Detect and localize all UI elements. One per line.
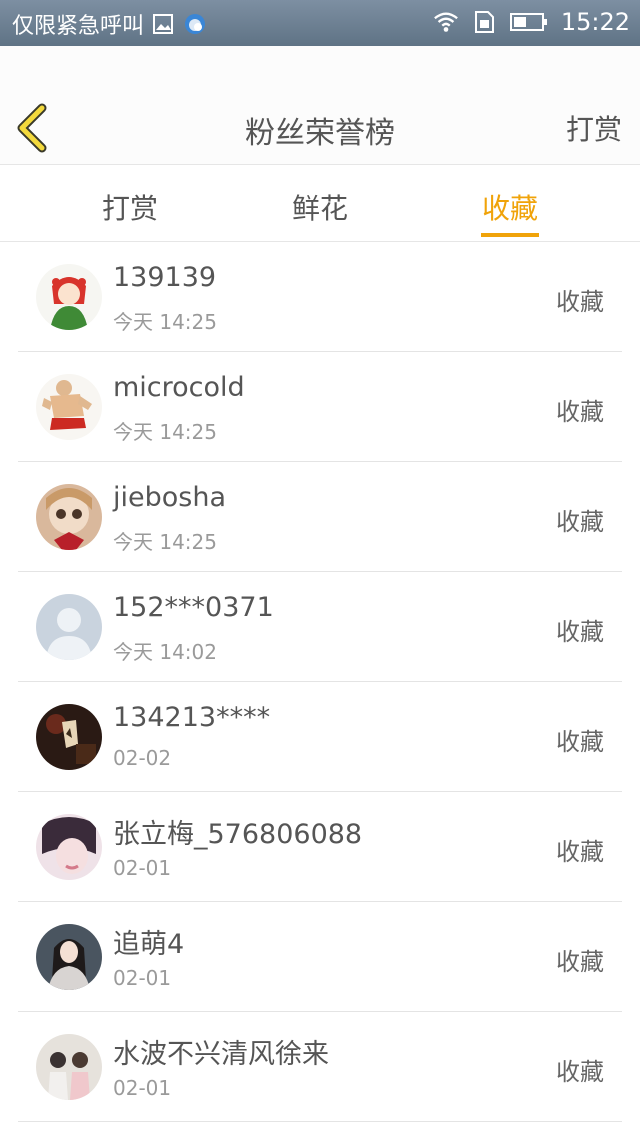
- action-label: 收藏: [556, 508, 604, 536]
- sim-icon: [471, 9, 497, 35]
- tab-reward[interactable]: 打赏: [70, 187, 190, 227]
- girl-portrait-avatar-icon: [36, 924, 102, 990]
- list-item[interactable]: 水波不兴清风徐来 02-01 收藏: [0, 1012, 640, 1122]
- dark-photo-avatar-icon: [36, 704, 102, 770]
- status-left: 仅限紧急呼叫: [12, 8, 208, 40]
- avatar: [36, 704, 102, 770]
- action-label: 收藏: [556, 288, 604, 316]
- active-tab-indicator: [481, 233, 539, 237]
- battery-icon: [509, 9, 549, 35]
- status-bar: 仅限紧急呼叫 15:22: [0, 0, 640, 46]
- avatar: [36, 264, 102, 330]
- timestamp: 02-02: [113, 746, 172, 770]
- cloud-icon: [182, 11, 208, 37]
- username: 张立梅_576806088: [113, 819, 363, 850]
- avatar: [36, 484, 102, 550]
- action-label: 收藏: [556, 1058, 604, 1086]
- list-item[interactable]: 追萌4 02-01 收藏: [0, 902, 640, 1012]
- timestamp: 今天 14:25: [113, 310, 217, 334]
- username: 139139: [113, 262, 217, 293]
- username: microcold: [113, 372, 245, 403]
- avatar: [36, 594, 102, 660]
- avatar: [36, 1034, 102, 1100]
- fan-list: 139139 今天 14:25 收藏 microcold 今天 14:25 收藏: [0, 242, 640, 1122]
- reward-button[interactable]: 打赏: [566, 108, 622, 148]
- list-item[interactable]: microcold 今天 14:25 收藏: [0, 352, 640, 462]
- carrier-text: 仅限紧急呼叫: [12, 14, 145, 39]
- list-item[interactable]: 134213**** 02-02 收藏: [0, 682, 640, 792]
- tab-favorites[interactable]: 收藏: [450, 187, 570, 227]
- image-icon: [150, 11, 176, 37]
- action-label: 收藏: [556, 838, 604, 866]
- couple-photo-avatar-icon: [36, 1034, 102, 1100]
- avatar: [36, 374, 102, 440]
- action-label: 收藏: [556, 618, 604, 646]
- doll-avatar-icon: [36, 484, 102, 550]
- list-item[interactable]: jiebosha 今天 14:25 收藏: [0, 462, 640, 572]
- timestamp: 02-01: [113, 856, 172, 880]
- header: 粉丝荣誉榜 打赏: [0, 46, 640, 165]
- avatar: [36, 814, 102, 880]
- action-label: 收藏: [556, 948, 604, 976]
- anime-man-avatar-icon: [36, 374, 102, 440]
- list-item[interactable]: 152***0371 今天 14:02 收藏: [0, 572, 640, 682]
- username: 152***0371: [113, 592, 274, 623]
- default-avatar-icon: [36, 594, 102, 660]
- timestamp: 今天 14:02: [113, 640, 217, 664]
- page-title: 粉丝荣誉榜: [245, 116, 395, 151]
- divider: [18, 1121, 622, 1122]
- avatar: [36, 924, 102, 990]
- girl-photo-avatar-icon: [36, 814, 102, 880]
- tab-bar: 打赏 鲜花 收藏: [0, 165, 640, 242]
- action-label: 收藏: [556, 398, 604, 426]
- username: 水波不兴清风徐来: [113, 1039, 329, 1070]
- list-item[interactable]: 张立梅_576806088 02-01 收藏: [0, 792, 640, 902]
- tab-flowers[interactable]: 鲜花: [260, 187, 380, 227]
- timestamp: 今天 14:25: [113, 420, 217, 444]
- action-label: 收藏: [556, 728, 604, 756]
- anime-girl-avatar-icon: [36, 264, 102, 330]
- status-right: 15:22: [433, 8, 630, 36]
- username: 134213****: [113, 702, 271, 733]
- username: jiebosha: [113, 482, 226, 513]
- timestamp: 今天 14:25: [113, 530, 217, 554]
- wifi-icon: [433, 9, 459, 35]
- timestamp: 02-01: [113, 966, 172, 990]
- list-item[interactable]: 139139 今天 14:25 收藏: [0, 242, 640, 352]
- username: 追萌4: [113, 929, 185, 960]
- timestamp: 02-01: [113, 1076, 172, 1100]
- status-time: 15:22: [560, 8, 630, 36]
